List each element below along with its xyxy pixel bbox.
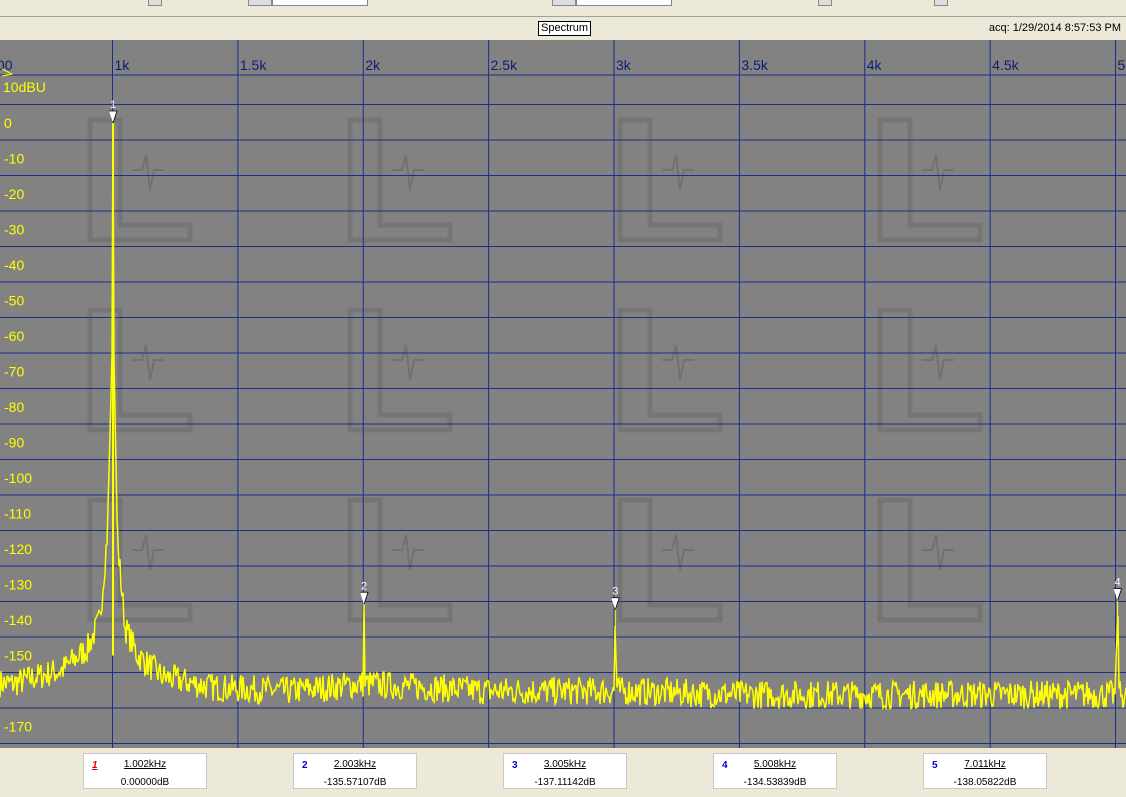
y-tick-label: -110 <box>4 506 31 522</box>
y-tick-label: -50 <box>4 293 24 309</box>
marker-label: 4 <box>1115 577 1121 589</box>
x-tick-label: 4.5k <box>992 57 1019 73</box>
marker-readout-2[interactable]: 2 2.003kHz -135.57107dB <box>293 753 417 789</box>
toolbar-control[interactable] <box>818 0 832 6</box>
toolbar-control[interactable] <box>552 0 576 6</box>
marker-frequency[interactable]: 3.005kHz <box>504 759 626 770</box>
marker-frequency[interactable]: 2.003kHz <box>294 759 416 770</box>
x-tick-label: 1k <box>115 57 131 73</box>
y-tick-label: 0 <box>4 115 12 131</box>
y-tick-label: -130 <box>4 577 32 593</box>
x-tick-label: 4k <box>867 57 883 73</box>
marker-label: 2 <box>361 580 367 592</box>
marker-level: -137.11142dB <box>534 777 596 788</box>
marker-frequency[interactable]: 5.008kHz <box>714 759 836 770</box>
marker-level: 0.00000dB <box>120 777 170 788</box>
marker-frequency[interactable]: 7.011kHz <box>924 759 1046 770</box>
top-toolbar <box>0 0 1126 17</box>
marker-readout-bar: 1 1.002kHz 0.00000dB 2 2.003kHz -135.571… <box>0 750 1126 797</box>
graph-title-bar: Spectrum acq: 1/29/2014 8:57:53 PM <box>0 17 1126 39</box>
x-tick-label: 3k <box>616 57 632 73</box>
y-tick-label: -70 <box>4 364 24 380</box>
plot-background <box>0 40 1126 748</box>
y-tick-label: -150 <box>4 648 32 664</box>
x-tick-label: 2k <box>365 57 381 73</box>
y-tick-label: -40 <box>4 257 24 273</box>
marker-frequency[interactable]: 1.002kHz <box>84 759 206 770</box>
graph-title[interactable]: Spectrum <box>538 21 592 36</box>
toolbar-field[interactable] <box>576 0 672 6</box>
y-tick-label: -140 <box>4 612 32 628</box>
marker-level: -134.53839dB <box>743 777 807 788</box>
acquisition-timestamp: acq: 1/29/2014 8:57:53 PM <box>988 22 1121 34</box>
marker-level: -135.57107dB <box>323 777 387 788</box>
y-tick-label: -30 <box>4 222 24 238</box>
x-tick-label: 3.5k <box>741 57 768 73</box>
marker-readout-3[interactable]: 3 3.005kHz -137.11142dB <box>503 753 627 789</box>
y-tick-label: -100 <box>4 470 32 486</box>
marker-label: 1 <box>110 99 116 111</box>
y-axis-unit-label: 10dBU <box>3 79 46 95</box>
marker-readout-5[interactable]: 5 7.011kHz -138.05822dB <box>923 753 1047 789</box>
marker-readout-1[interactable]: 1 1.002kHz 0.00000dB <box>83 753 207 789</box>
y-tick-label: -80 <box>4 399 24 415</box>
marker-level: -138.05822dB <box>953 777 1017 788</box>
y-tick-label: -20 <box>4 186 24 202</box>
y-tick-label: -60 <box>4 328 24 344</box>
x-tick-label: 5k <box>1118 57 1126 73</box>
toolbar-control[interactable] <box>148 0 162 6</box>
y-tick-label: -170 <box>4 719 32 735</box>
marker-readout-4[interactable]: 4 5.008kHz -134.53839dB <box>713 753 837 789</box>
toolbar-field[interactable] <box>272 0 368 6</box>
toolbar-control[interactable] <box>248 0 272 6</box>
x-tick-label: 500 <box>0 57 13 73</box>
y-tick-label: -90 <box>4 435 24 451</box>
spectrum-plot[interactable]: 5001k1.5k2k2.5k3k3.5k4k4.5k5k5.5k6k6.5k7… <box>0 40 1126 748</box>
y-tick-label: -10 <box>4 151 24 167</box>
marker-label: 3 <box>612 586 618 598</box>
toolbar-control[interactable] <box>934 0 948 6</box>
x-tick-label: 2.5k <box>491 57 518 73</box>
y-tick-label: -120 <box>4 541 32 557</box>
x-tick-label: 1.5k <box>240 57 267 73</box>
